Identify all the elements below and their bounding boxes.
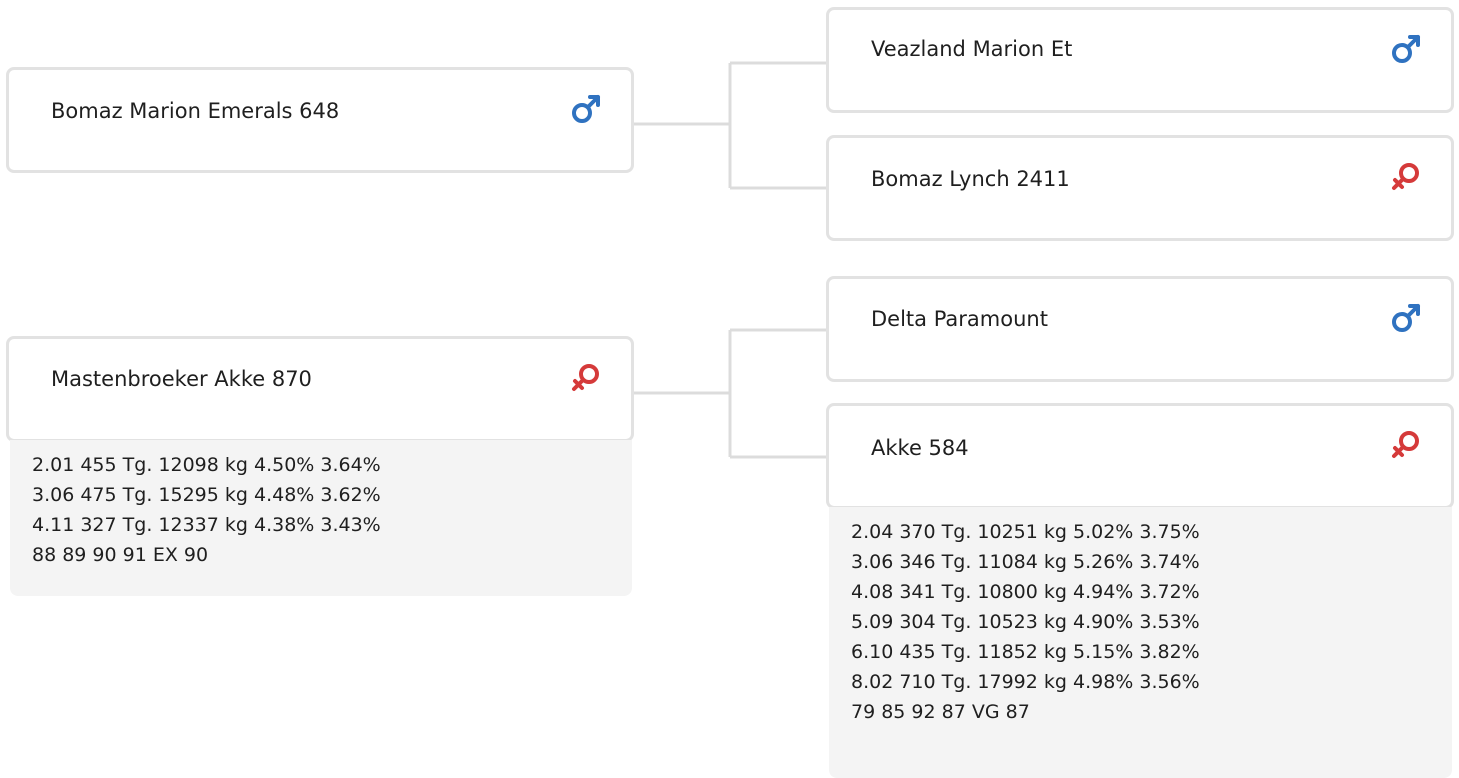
male-icon (569, 92, 603, 126)
animal-name: Mastenbroeker Akke 870 (51, 367, 312, 391)
info-line: 2.04 370 Tg. 10251 kg 5.02% 3.75% (851, 521, 1200, 543)
info-line: 79 85 92 87 VG 87 (851, 701, 1030, 723)
animal-name: Veazland Marion Et (871, 37, 1073, 61)
connector-dam-branch (634, 328, 826, 459)
dam-production-info: 2.01 455 Tg. 12098 kg 4.50% 3.64% 3.06 4… (10, 440, 632, 596)
maternal-grandsire-card[interactable]: Delta Paramount (826, 276, 1454, 382)
info-line: 4.08 341 Tg. 10800 kg 4.94% 3.72% (851, 581, 1200, 603)
male-icon (1389, 32, 1423, 66)
male-icon (1389, 301, 1423, 335)
info-line: 5.09 304 Tg. 10523 kg 4.90% 3.53% (851, 611, 1200, 633)
maternal-granddam-production-info: 2.04 370 Tg. 10251 kg 5.02% 3.75% 3.06 3… (829, 507, 1452, 778)
info-line: 88 89 90 91 EX 90 (32, 544, 209, 566)
sire-card[interactable]: Bomaz Marion Emerals 648 (6, 67, 634, 173)
maternal-granddam-card[interactable]: Akke 584 (826, 403, 1454, 509)
female-icon (1389, 160, 1423, 194)
animal-name: Bomaz Marion Emerals 648 (51, 99, 340, 123)
info-line: 6.10 435 Tg. 11852 kg 5.15% 3.82% (851, 641, 1200, 663)
connector-sire-branch (634, 61, 826, 190)
animal-name: Delta Paramount (871, 307, 1048, 331)
animal-name: Akke 584 (871, 436, 969, 460)
animal-name: Bomaz Lynch 2411 (871, 167, 1070, 191)
info-line: 3.06 346 Tg. 11084 kg 5.26% 3.74% (851, 551, 1200, 573)
female-icon (569, 361, 603, 395)
paternal-grandsire-card[interactable]: Veazland Marion Et (826, 7, 1454, 113)
info-line: 8.02 710 Tg. 17992 kg 4.98% 3.56% (851, 671, 1200, 693)
pedigree-tree: Bomaz Marion Emerals 648 Mastenbroeker A… (0, 0, 1459, 778)
info-line: 3.06 475 Tg. 15295 kg 4.48% 3.62% (32, 484, 381, 506)
female-icon (1389, 428, 1423, 462)
paternal-granddam-card[interactable]: Bomaz Lynch 2411 (826, 135, 1454, 241)
info-line: 2.01 455 Tg. 12098 kg 4.50% 3.64% (32, 454, 381, 476)
info-line: 4.11 327 Tg. 12337 kg 4.38% 3.43% (32, 514, 381, 536)
dam-card[interactable]: Mastenbroeker Akke 870 (6, 336, 634, 442)
